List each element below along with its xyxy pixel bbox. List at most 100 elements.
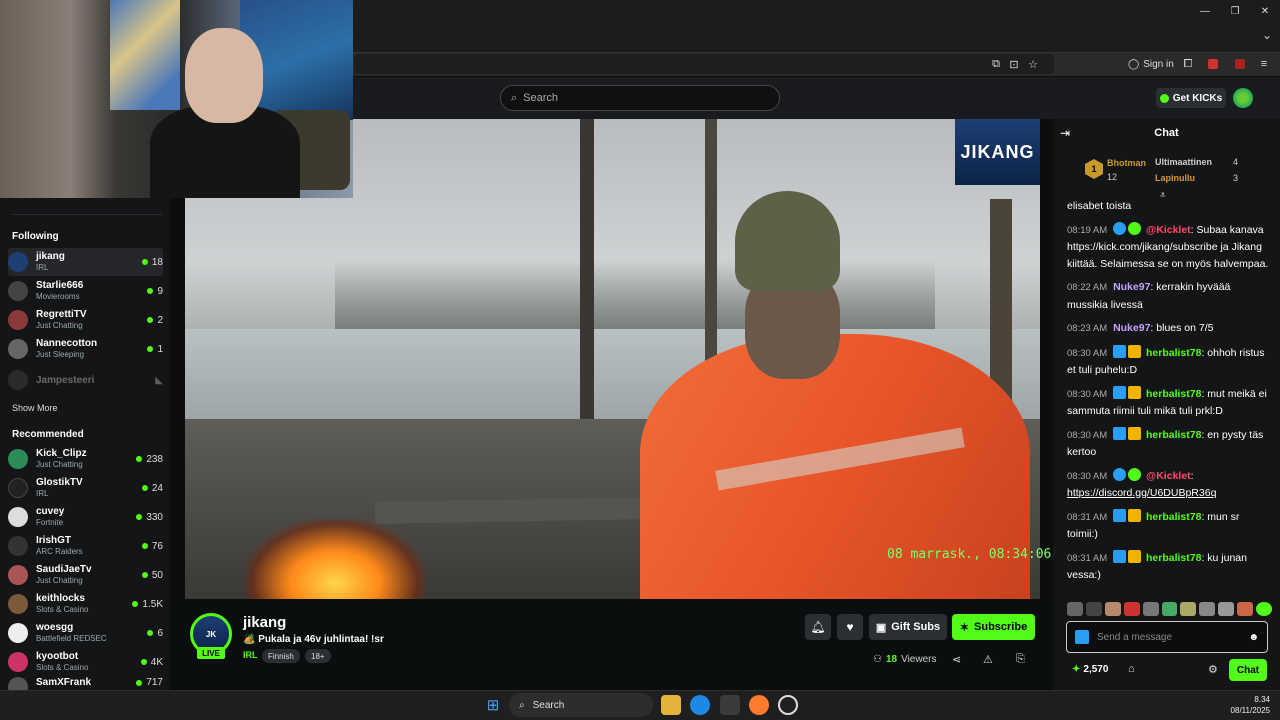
maximize-icon[interactable]: ❐ bbox=[1220, 0, 1250, 22]
notification-bell-button[interactable]: 🔔︎ bbox=[805, 614, 831, 640]
emoji-picker-icon[interactable]: ☻ bbox=[1248, 632, 1259, 643]
video-timestamp: 08 marrask., 08:34:06 bbox=[887, 547, 1052, 562]
message-username[interactable]: @Kicklet bbox=[1146, 470, 1191, 482]
user-avatar[interactable] bbox=[1233, 88, 1253, 108]
report-warning-icon[interactable]: ⚠ bbox=[983, 653, 993, 666]
verified-badge-icon bbox=[1128, 467, 1142, 481]
store-icon[interactable]: ⌂ bbox=[1128, 663, 1135, 675]
picture-in-picture-icon[interactable]: ⧉ bbox=[988, 56, 1004, 72]
chat-message-input[interactable]: Send a message ☻ bbox=[1066, 621, 1268, 653]
channel-name: woesgg bbox=[36, 622, 74, 633]
message-username[interactable]: herbalist78 bbox=[1146, 552, 1201, 564]
store-app-icon[interactable] bbox=[720, 695, 740, 715]
emote-icon[interactable] bbox=[1161, 602, 1178, 616]
sidebar-channel-cuvey[interactable]: cuvey Fortnite 330 bbox=[8, 503, 163, 531]
file-explorer-icon[interactable] bbox=[661, 695, 681, 715]
sidebar-channel-kyootbot[interactable]: kyootbot Slots & Casino 4K bbox=[8, 648, 163, 676]
message-username[interactable]: herbalist78 bbox=[1146, 429, 1201, 441]
channel-points[interactable]: ✦ 2,570 bbox=[1072, 664, 1108, 675]
message-username[interactable]: herbalist78 bbox=[1146, 511, 1201, 523]
sidebar-channel-regrettitv[interactable]: RegrettiTV Just Chatting 2 bbox=[8, 306, 163, 334]
emote-icon[interactable] bbox=[1085, 602, 1102, 616]
emote-bar bbox=[1067, 602, 1272, 618]
sidebar-channel-nannecotton[interactable]: Nannecotton Just Sleeping 1 bbox=[8, 335, 163, 363]
emote-icon[interactable] bbox=[1237, 602, 1254, 616]
install-app-icon[interactable]: ⊡ bbox=[1006, 56, 1022, 72]
sidebar-channel-glostiktv[interactable]: GlostikTV IRL 24 bbox=[8, 474, 163, 502]
favorite-star-icon[interactable]: ☆ bbox=[1025, 56, 1041, 72]
viewer-count: 24 bbox=[151, 482, 163, 494]
message-username[interactable]: Nuke97 bbox=[1113, 322, 1150, 334]
sidebar-channel-jikang[interactable]: jikang IRL 18 bbox=[8, 248, 163, 276]
search-input[interactable]: ⌕ Search bbox=[500, 85, 780, 111]
emote-icon[interactable] bbox=[1142, 602, 1159, 616]
stream-category[interactable]: IRL bbox=[243, 650, 258, 660]
emote-icon[interactable] bbox=[1218, 602, 1235, 616]
emote-icon[interactable] bbox=[1104, 602, 1121, 616]
get-kicks-label: Get KICKs bbox=[1172, 92, 1223, 104]
sidebar-channel-starlie666[interactable]: Starlie666 Movierooms 9 bbox=[8, 277, 163, 305]
close-icon[interactable]: ✕ bbox=[1250, 0, 1280, 22]
taskbar-search[interactable]: ⌕ Search bbox=[509, 693, 653, 717]
sign-in-button[interactable]: ◯ Sign in bbox=[1128, 56, 1174, 72]
extension-red-icon[interactable] bbox=[1205, 56, 1221, 72]
channel-avatar bbox=[8, 449, 28, 469]
live-dot-icon bbox=[136, 456, 143, 462]
leaderboard-third-name[interactable]: Lapinullu bbox=[1155, 173, 1195, 183]
webcam-tapestry bbox=[110, 0, 180, 110]
sidebar-channel-keithlocks[interactable]: keithlocks Slots & Casino 1.5K bbox=[8, 590, 163, 618]
emote-icon[interactable] bbox=[1199, 602, 1216, 616]
emote-icon[interactable] bbox=[1123, 602, 1140, 616]
app-icon[interactable] bbox=[778, 695, 798, 715]
leaderboard-first-name[interactable]: Bhotman bbox=[1107, 158, 1146, 168]
system-clock[interactable]: 8.34 08/11/2025 bbox=[1231, 694, 1270, 716]
emote-icon[interactable] bbox=[1180, 602, 1197, 616]
sidebar-channel-kick-clipz[interactable]: Kick_Clipz Just Chatting 238 bbox=[8, 445, 163, 473]
edge-browser-icon[interactable] bbox=[690, 695, 710, 715]
message-time: 08:30 AM bbox=[1067, 429, 1108, 441]
extension-shield-icon[interactable] bbox=[1232, 56, 1248, 72]
message-username[interactable]: herbalist78 bbox=[1146, 388, 1201, 400]
subscribe-button[interactable]: ✶ Subscribe bbox=[952, 614, 1035, 640]
channel-category: IRL bbox=[36, 489, 49, 498]
tag-mature[interactable]: 18+ bbox=[305, 649, 331, 663]
message-username[interactable]: Nuke97 bbox=[1113, 281, 1150, 293]
chat-message: 08:19 AM @Kicklet: Subaa kanava https://… bbox=[1067, 221, 1269, 270]
message-username[interactable]: @Kicklet bbox=[1146, 224, 1191, 236]
sidebar-channel-irishgt[interactable]: IrishGT ARC Raiders 76 bbox=[8, 532, 163, 560]
browser-menu-icon[interactable]: ≡ bbox=[1256, 56, 1272, 72]
channel-avatar bbox=[8, 478, 28, 498]
extensions-icon[interactable]: ⧠ bbox=[1180, 56, 1196, 72]
emote-icon[interactable] bbox=[1067, 602, 1083, 616]
message-link[interactable]: https://discord.gg/U6DUBpR36q bbox=[1067, 487, 1216, 499]
tag-language[interactable]: Finnish bbox=[262, 649, 300, 663]
firefox-icon[interactable] bbox=[749, 695, 769, 715]
gift-subs-button[interactable]: ▣ Gift Subs bbox=[869, 614, 947, 640]
bell-icon: 🔔︎ bbox=[810, 620, 826, 634]
sidebar-channel-offline[interactable]: Jampesteeri ◣ bbox=[8, 366, 163, 394]
clip-icon[interactable]: ⎘ bbox=[1016, 653, 1025, 666]
chat-settings-gear-icon[interactable]: ⚙ bbox=[1208, 663, 1218, 676]
sidebar-channel-samxfrank[interactable]: SamXFrank 717 bbox=[8, 677, 163, 691]
window-controls: — ❐ ✕ bbox=[1190, 0, 1280, 22]
live-badge: LIVE bbox=[197, 647, 225, 659]
start-menu-icon[interactable]: ⊞ bbox=[483, 695, 503, 715]
message-username[interactable]: herbalist78 bbox=[1146, 347, 1201, 359]
live-dot-icon bbox=[141, 572, 148, 578]
send-chat-button[interactable]: Chat bbox=[1229, 659, 1267, 681]
sidebar-channel-woesgg[interactable]: woesgg Battlefield REDSEC 6 bbox=[8, 619, 163, 647]
video-scene-tree bbox=[580, 119, 594, 459]
share-icon[interactable]: ⋖ bbox=[952, 653, 961, 666]
chat-message: elisabet toista bbox=[1067, 198, 1273, 215]
tab-list-chevron-icon[interactable]: ⌄ bbox=[1262, 28, 1272, 42]
minimize-icon[interactable]: — bbox=[1190, 0, 1220, 22]
sidebar-channel-saudijaetv[interactable]: SaudiJaeTv Just Chatting 50 bbox=[8, 561, 163, 589]
streamer-name[interactable]: jikang bbox=[243, 614, 286, 631]
search-placeholder: Search bbox=[523, 92, 559, 104]
follow-heart-button[interactable]: ♥ bbox=[837, 614, 863, 640]
leaderboard-second-name[interactable]: Ultimaattinen bbox=[1155, 157, 1212, 167]
show-more-link[interactable]: Show More bbox=[12, 403, 58, 413]
emote-icon[interactable] bbox=[1256, 602, 1272, 616]
get-kicks-button[interactable]: Get KICKs bbox=[1156, 88, 1226, 108]
address-bar[interactable] bbox=[354, 54, 1054, 74]
